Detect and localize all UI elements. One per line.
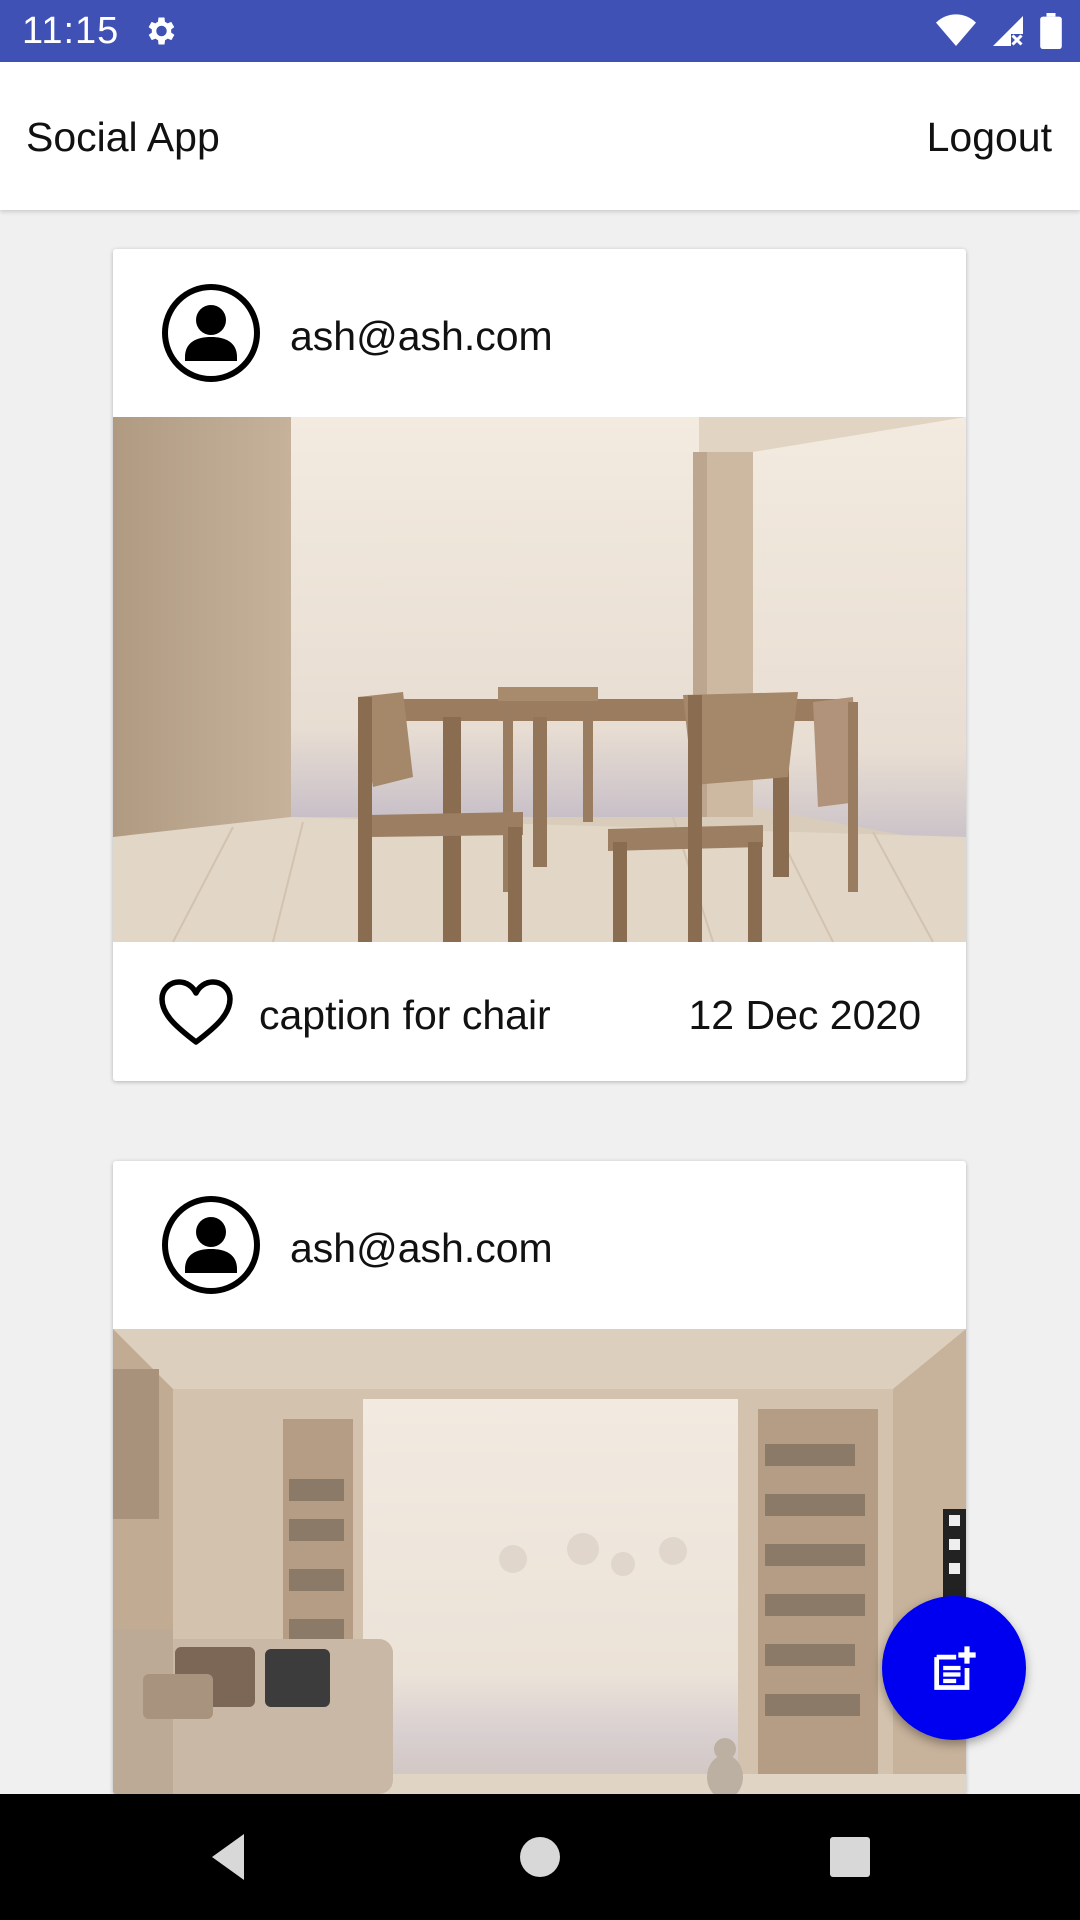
post-header: ash@ash.com [113, 1161, 966, 1329]
status-icons [936, 12, 1062, 50]
app-bar: Social App Logout [0, 62, 1080, 210]
new-post-button[interactable] [882, 1596, 1026, 1740]
post-date: 12 Dec 2020 [688, 992, 921, 1038]
status-time: 11:15 [22, 10, 120, 52]
logout-button[interactable]: Logout [927, 114, 1052, 161]
system-nav-bar [0, 1794, 1080, 1920]
account-circle-icon[interactable] [161, 283, 261, 383]
app-title: Social App [26, 114, 220, 160]
status-bar: 11:15 [0, 0, 1080, 62]
post-card: ash@ash.com [113, 1161, 966, 1794]
post-footer: caption for chair 12 Dec 2020 [113, 942, 966, 1081]
back-icon[interactable] [192, 1822, 262, 1892]
new-post-icon [934, 1646, 976, 1690]
recents-icon[interactable] [815, 1822, 885, 1892]
heart-outline-icon[interactable] [157, 978, 235, 1048]
home-icon[interactable] [505, 1822, 575, 1892]
settings-gear-icon [148, 17, 175, 45]
post-header: ash@ash.com [113, 249, 966, 417]
post-image-dining-room [113, 417, 966, 942]
post-card: ash@ash.com [113, 249, 966, 1081]
cell-signal-icon [993, 16, 1023, 46]
post-caption: caption for chair [259, 992, 551, 1038]
post-user-email[interactable]: ash@ash.com [290, 313, 553, 360]
wifi-icon [936, 14, 976, 46]
account-circle-icon[interactable] [161, 1195, 261, 1295]
post-image-living-room [113, 1329, 966, 1794]
battery-icon [1040, 13, 1062, 49]
post-user-email[interactable]: ash@ash.com [290, 1225, 553, 1272]
